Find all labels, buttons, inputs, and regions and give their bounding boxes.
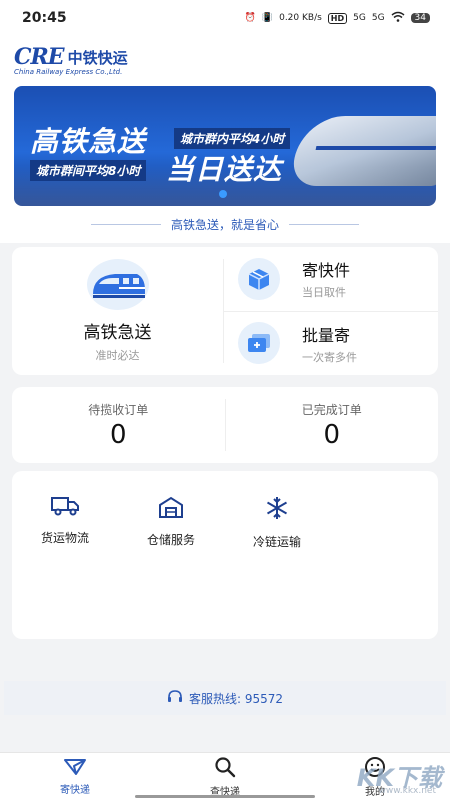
banner-headline-2: 当日送达 xyxy=(166,153,283,186)
stat-value: 0 xyxy=(323,419,341,450)
quick-warehouse[interactable]: 仓储服务 xyxy=(118,495,224,639)
banner-tagline-2: 城市群间平均8小时 xyxy=(30,160,147,181)
slogan: 高铁急送，就是省心 xyxy=(170,218,279,232)
status-icons: ⏰ 📳 0.20 KB/s HD 5G 5G 34 xyxy=(245,11,430,25)
service-title: 批量寄 xyxy=(302,325,351,345)
headset-icon xyxy=(167,689,183,707)
service-title: 高铁急送 xyxy=(83,323,152,343)
battery-level: 34 xyxy=(410,13,430,23)
warehouse-icon xyxy=(157,495,185,523)
quick-freight[interactable]: 货运物流 xyxy=(12,495,118,639)
app-header: CRE 中铁快运 China Railway Express Co.,Ltd. xyxy=(0,36,450,80)
watermark-url: www.kkx.net xyxy=(378,786,437,796)
service-text: 寄快件 当日取件 xyxy=(302,257,350,300)
service-list: 寄快件 当日取件 批量寄 一次寄多件 xyxy=(224,247,438,375)
package-icon xyxy=(238,257,280,300)
carousel-indicator[interactable] xyxy=(219,190,227,198)
signal-5g-2: 5G xyxy=(371,13,385,23)
net-speed: 0.20 KB/s xyxy=(279,13,322,23)
divider xyxy=(289,224,359,225)
quick-label: 货运物流 xyxy=(40,531,89,545)
banner-tagline-1: 城市群内平均4小时 xyxy=(174,128,291,149)
service-subtitle: 当日取件 xyxy=(302,286,346,300)
train-icon xyxy=(86,259,149,310)
logo-mark: CRE xyxy=(14,44,65,70)
snowflake-icon xyxy=(264,495,290,525)
quick-label: 仓储服务 xyxy=(146,533,195,547)
service-card: 高铁急送 准时必达 寄快件 当日取件 批量寄 一次寄多件 xyxy=(12,247,438,375)
pending-orders[interactable]: 待揽收订单 0 xyxy=(12,387,225,463)
status-time: 20:45 xyxy=(22,10,67,26)
service-express-rail[interactable]: 高铁急送 准时必达 xyxy=(12,259,224,363)
search-icon xyxy=(214,756,236,781)
status-bar: 20:45 ⏰ 📳 0.20 KB/s HD 5G 5G 34 xyxy=(0,0,450,36)
tab-send[interactable]: 寄快递 xyxy=(0,753,150,800)
home-indicator[interactable] xyxy=(135,795,315,798)
hd-badge: HD xyxy=(327,12,348,24)
quick-cold-chain[interactable]: 冷链运输 xyxy=(224,495,330,639)
service-send-package[interactable]: 寄快件 当日取件 xyxy=(224,247,438,311)
quick-services: 货运物流 仓储服务 冷链运输 xyxy=(12,471,438,639)
stat-label: 待揽收订单 xyxy=(88,402,149,417)
customer-hotline[interactable]: 客服热线: 95572 xyxy=(4,681,446,715)
batch-icon xyxy=(238,322,280,365)
logo-subtitle: China Railway Express Co.,Ltd. xyxy=(14,68,123,76)
service-batch-send[interactable]: 批量寄 一次寄多件 xyxy=(224,310,438,376)
tab-track[interactable]: 查快递 xyxy=(150,753,300,800)
vibrate-icon: 📳 xyxy=(261,13,274,23)
logo: CRE 中铁快运 xyxy=(14,44,436,70)
order-stats: 待揽收订单 0 已完成订单 0 xyxy=(12,387,438,463)
divider xyxy=(90,224,161,225)
promo-banner[interactable]: 高铁急送 城市群内平均4小时 城市群间平均8小时 当日送达 xyxy=(14,86,436,206)
stat-value: 0 xyxy=(109,419,127,450)
top-section: CRE 中铁快运 China Railway Express Co.,Ltd. … xyxy=(0,36,450,243)
service-subtitle: 准时必达 xyxy=(95,349,140,362)
truck-icon xyxy=(50,495,80,521)
tab-label: 寄快递 xyxy=(60,784,90,796)
banner-headline-1: 高铁急送 xyxy=(30,125,147,158)
slogan-row: 高铁急送，就是省心 xyxy=(0,216,450,233)
completed-orders[interactable]: 已完成订单 0 xyxy=(224,399,439,451)
service-subtitle: 一次寄多件 xyxy=(302,350,357,364)
hotline-text: 客服热线: 95572 xyxy=(188,691,284,706)
signal-5g-1: 5G xyxy=(353,13,366,23)
stat-label: 已完成订单 xyxy=(301,402,362,417)
train-stripe xyxy=(315,146,436,150)
quick-label: 冷链运输 xyxy=(252,535,301,549)
send-icon xyxy=(63,758,87,779)
alarm-icon: ⏰ xyxy=(244,13,256,23)
service-text: 批量寄 一次寄多件 xyxy=(302,322,357,365)
logo-title: 中铁快运 xyxy=(67,48,128,67)
service-title: 寄快件 xyxy=(302,261,351,281)
wifi-icon xyxy=(391,11,405,25)
